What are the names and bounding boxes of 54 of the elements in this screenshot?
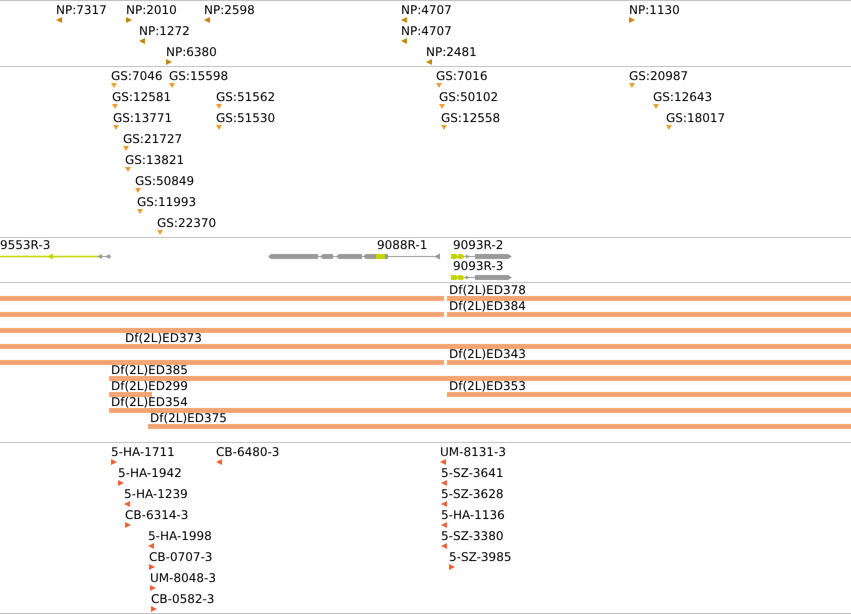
feature-label: GS:20987 <box>629 69 688 83</box>
feature-label: GS:13821 <box>125 153 184 167</box>
gene-label: 9553R-3 <box>0 239 50 252</box>
feature-label: GS:51530 <box>216 111 276 125</box>
deletion-label: Df(2L)ED378 <box>449 284 526 296</box>
feature-label: GS:15598 <box>169 69 228 83</box>
feature-label: CB-6314-3 <box>125 508 188 522</box>
feature-label: NP:1130 <box>629 3 680 17</box>
feature-label: GS:18017 <box>666 111 726 125</box>
feature-label: 5-HA-1136 <box>441 508 505 522</box>
gene-label: 9088R-1 <box>377 239 428 252</box>
deletion-label: Df(2L)ED299 <box>111 380 188 392</box>
deletion-label: Df(2L)ED384 <box>449 300 526 312</box>
feature-label: 5-HA-1942 <box>118 466 182 480</box>
feature-label: GS:12643 <box>653 90 712 104</box>
deletion-label: Df(2L)ED354 <box>111 396 188 408</box>
feature-label: GS:11993 <box>137 195 196 209</box>
deletion-label: Df(2L)ED373 <box>125 332 202 344</box>
gene-label: 9093R-2 <box>453 239 504 252</box>
feature-label: NP:2598 <box>204 3 255 17</box>
feature-label: GS:7016 <box>436 69 488 83</box>
feature-label: UM-8131-3 <box>440 445 506 459</box>
feature-label: 5-HA-1711 <box>111 445 175 459</box>
feature-label: GS:50102 <box>439 90 498 104</box>
feature-label: 5-SZ-3628 <box>441 487 504 501</box>
deletion-label: Df(2L)ED385 <box>111 364 188 376</box>
feature-label: CB-6480-3 <box>216 445 280 459</box>
feature-label: 5-HA-1998 <box>148 529 212 543</box>
deletion-label: Df(2L)ED353 <box>449 380 526 392</box>
feature-label: CB-0707-3 <box>149 550 212 564</box>
gene-label: 9093R-3 <box>453 260 504 273</box>
feature-label: 5-SZ-3380 <box>441 529 504 543</box>
feature-label: NP:2481 <box>426 45 477 59</box>
feature-label: 5-HA-1239 <box>124 487 188 501</box>
feature-label: CB-0582-3 <box>151 592 214 606</box>
feature-label: GS:21727 <box>123 132 182 146</box>
deletion-label: Df(2L)ED343 <box>449 348 526 360</box>
feature-label: GS:51562 <box>216 90 276 104</box>
deletion-label: Df(2L)ED375 <box>150 412 227 424</box>
feature-label: UM-8048-3 <box>150 571 216 585</box>
feature-label: NP:6380 <box>166 45 217 59</box>
feature-label: GS:50849 <box>135 174 194 188</box>
feature-label: GS:12581 <box>112 90 172 104</box>
feature-label: NP:4707 <box>401 24 452 38</box>
feature-label: NP:2010 <box>126 3 177 17</box>
feature-label: 5-SZ-3985 <box>449 550 512 564</box>
feature-label: GS:13771 <box>113 111 172 125</box>
feature-label: 5-SZ-3641 <box>441 466 504 480</box>
feature-label: NP:7317 <box>56 3 107 17</box>
feature-label: NP:1272 <box>139 24 190 38</box>
feature-label: GS:7046 <box>111 69 162 83</box>
feature-label: GS:12558 <box>441 111 500 125</box>
feature-label: GS:22370 <box>157 216 216 230</box>
feature-label: NP:4707 <box>401 3 452 17</box>
